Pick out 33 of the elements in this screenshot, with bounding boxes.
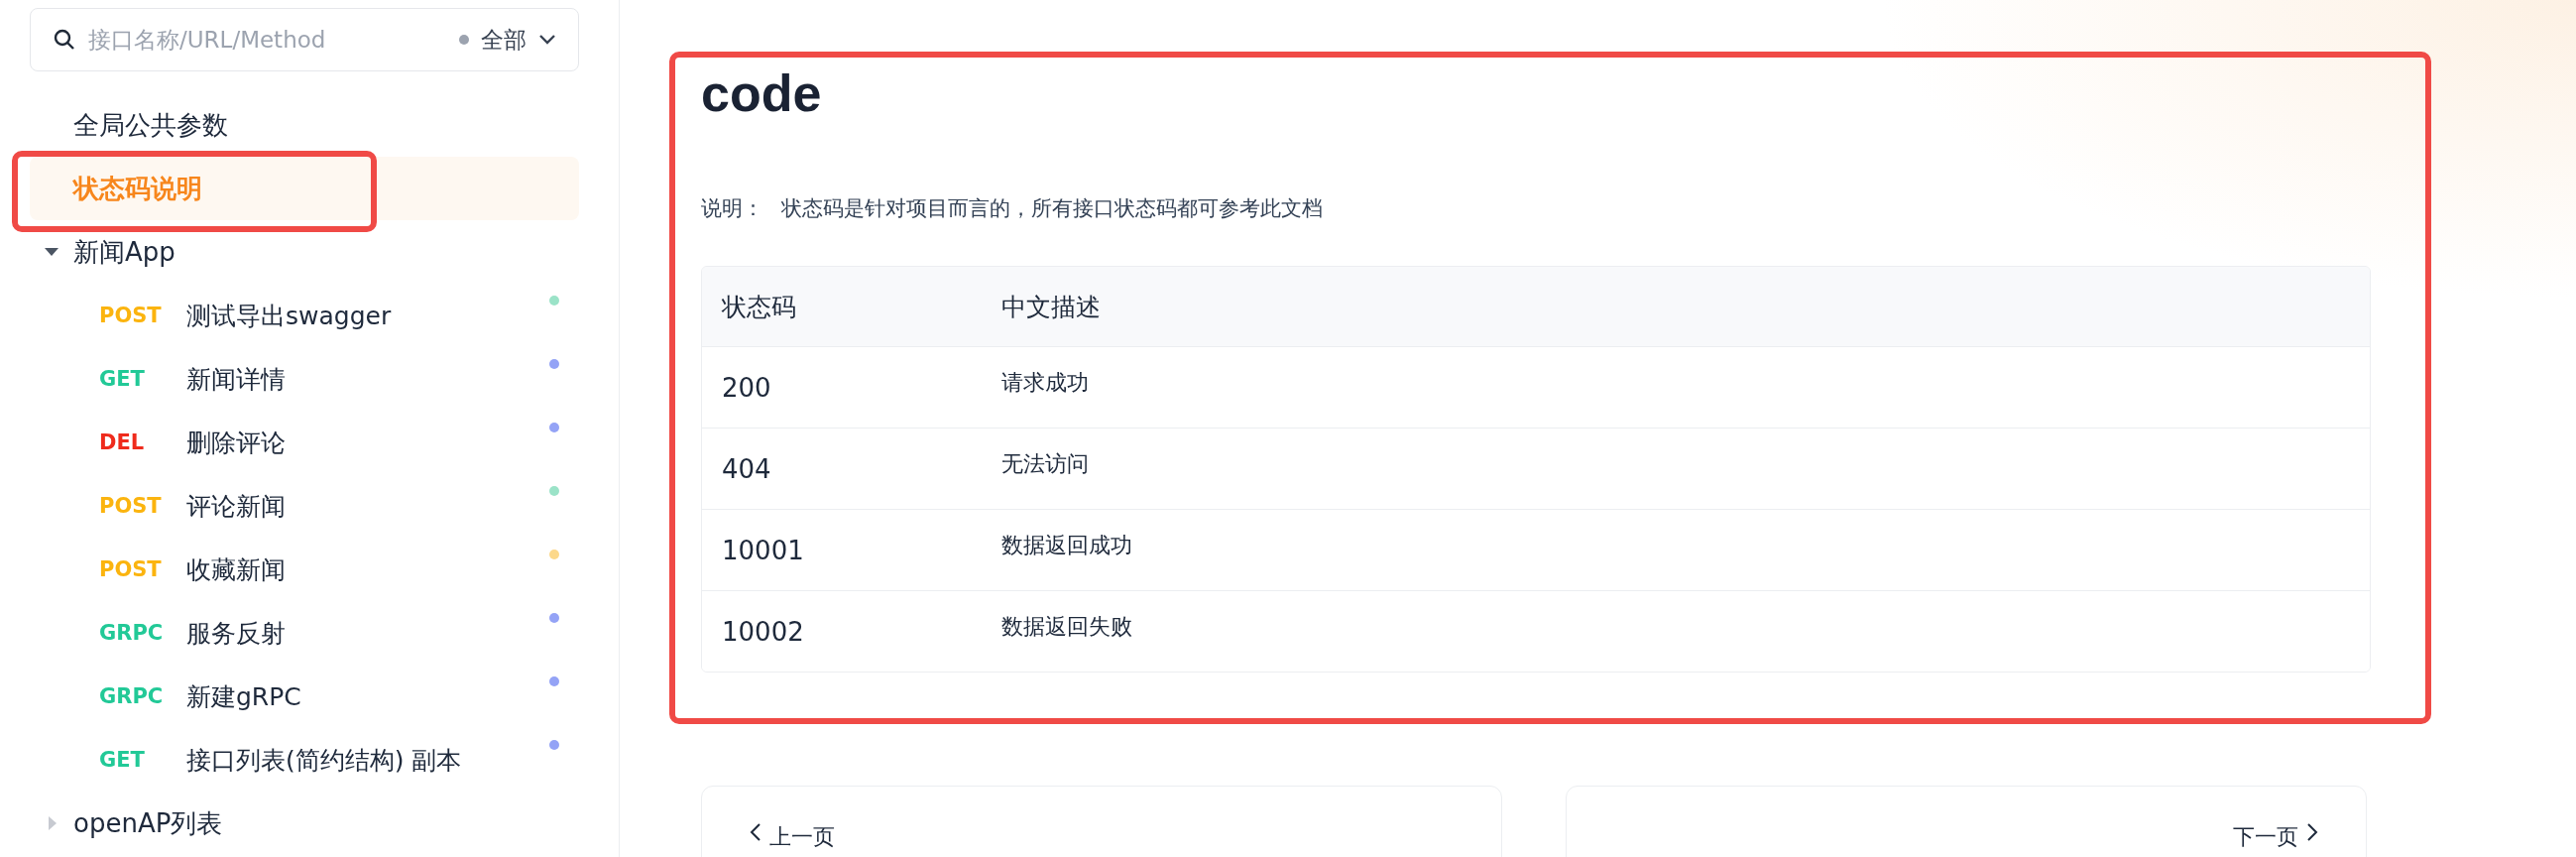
- table-cell-text: 无法访问: [1001, 449, 1090, 478]
- endpoint-item[interactable]: GRPC 服务反射: [30, 601, 579, 665]
- endpoint-item[interactable]: POST 评论新闻: [30, 474, 579, 538]
- table-cell-text: 请求成功: [1001, 368, 1090, 397]
- status-dot: [459, 35, 469, 45]
- column-header: 中文描述: [1001, 291, 1102, 323]
- table-cell-text: 数据返回失败: [1001, 612, 1133, 641]
- table-cell-text: 10001: [722, 535, 805, 565]
- sidebar-item[interactable]: 全局公共参数: [30, 93, 579, 157]
- endpoint-item[interactable]: POST 收藏新闻: [30, 538, 579, 601]
- filter-dropdown[interactable]: 全部: [459, 24, 556, 56]
- tree-group[interactable]: 新闻App: [30, 220, 579, 284]
- chevron-down-icon: [538, 34, 556, 46]
- tree-group[interactable]: openAP列表: [30, 792, 579, 855]
- description-text: 状态码是针对项目而言的，所有接口状态码都可参考此文档: [781, 195, 1323, 222]
- column-header: 状态码: [722, 291, 797, 323]
- description-label: 说明：: [701, 195, 763, 222]
- search-field[interactable]: 接口名称/URL/Method 全部: [30, 8, 579, 71]
- endpoint-item[interactable]: GET 新闻详情: [30, 347, 579, 411]
- search-icon: [53, 28, 76, 52]
- next-page-link[interactable]: 下一页: [1566, 786, 2367, 857]
- table-cell-text: 数据返回成功: [1001, 531, 1133, 559]
- table-cell-text: 10002: [722, 616, 805, 647]
- chevron-right-icon: [2306, 822, 2318, 842]
- page-title: code: [701, 63, 823, 123]
- previous-page-link[interactable]: 上一页: [701, 786, 1502, 857]
- endpoint-item[interactable]: GET 接口列表(简约结构) 副本: [30, 728, 579, 792]
- endpoint-item[interactable]: GRPC 新建gRPC: [30, 665, 579, 728]
- chevron-left-icon: [750, 822, 761, 842]
- endpoint-item[interactable]: POST 测试导出swagger: [30, 284, 579, 347]
- endpoint-item[interactable]: DEL 删除评论: [30, 411, 579, 474]
- table-cell-text: 200: [722, 372, 772, 403]
- table-cell-text: 404: [722, 453, 772, 484]
